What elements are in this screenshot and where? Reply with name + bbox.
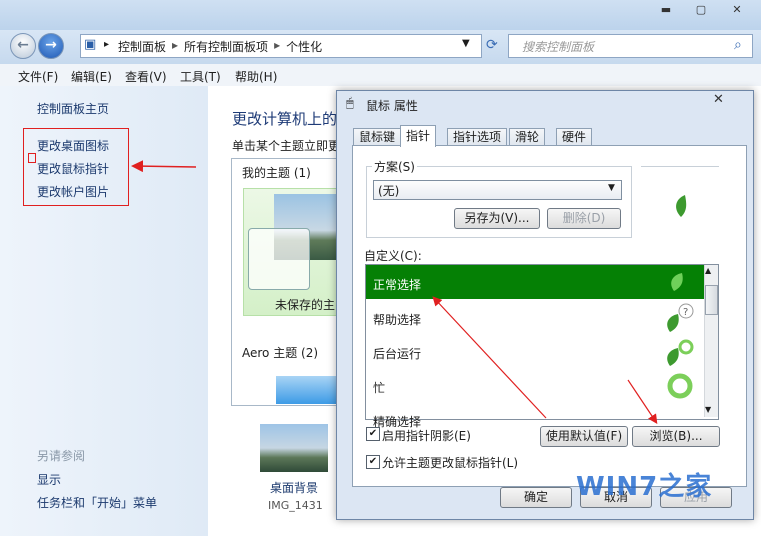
minimize-icon[interactable]: ▬ bbox=[655, 2, 677, 18]
search-placeholder: 搜索控制面板 bbox=[522, 40, 595, 54]
window-title-bar bbox=[0, 0, 761, 30]
arrow-left-icon: ← bbox=[17, 37, 29, 53]
back-button[interactable]: ← bbox=[10, 33, 36, 59]
scroll-down-icon[interactable]: ▼ bbox=[705, 405, 711, 414]
delete-button[interactable]: 删除(D) bbox=[547, 208, 621, 229]
breadcrumb-item[interactable]: 控制面板 bbox=[118, 38, 166, 55]
tab-hardware[interactable]: 硬件 bbox=[556, 128, 593, 146]
control-panel-home-link[interactable]: 控制面板主页 bbox=[37, 100, 109, 117]
chevron-down-icon[interactable]: ▼ bbox=[608, 183, 615, 193]
tab-pointers[interactable]: 指针 bbox=[400, 125, 437, 147]
my-themes-heading: 我的主题 (1) bbox=[242, 166, 311, 180]
save-as-button[interactable]: 另存为(V)... bbox=[454, 208, 540, 229]
menu-view[interactable]: 查看(V) bbox=[125, 68, 167, 85]
use-default-button[interactable]: 使用默认值(F) bbox=[540, 426, 628, 447]
close-icon[interactable]: ✕ bbox=[726, 2, 748, 18]
watermark-logo: WIN7之家 bbox=[576, 472, 713, 502]
cursor-name: 忙 bbox=[373, 381, 386, 395]
chevron-right-icon[interactable]: ▸ bbox=[274, 38, 280, 55]
tab-wheel[interactable]: 滑轮 bbox=[509, 128, 546, 146]
chevron-right-icon[interactable]: ▸ bbox=[104, 39, 109, 50]
cursor-preview bbox=[641, 166, 719, 243]
change-mouse-pointers-link[interactable]: 更改鼠标指针 bbox=[37, 160, 109, 177]
display-link[interactable]: 显示 bbox=[37, 471, 61, 488]
maximize-icon[interactable]: ▢ bbox=[690, 2, 712, 18]
scroll-up-icon[interactable]: ▲ bbox=[705, 266, 711, 275]
enable-shadow-checkbox[interactable]: ✔ bbox=[366, 427, 380, 441]
mouse-icon: 🖱 bbox=[346, 96, 354, 111]
unsaved-theme-label: 未保存的主 bbox=[275, 298, 336, 312]
cursor-name: 帮助选择 bbox=[373, 313, 422, 327]
leaf-cursor-icon bbox=[676, 195, 687, 217]
desktop-background-link[interactable]: 桌面背景 bbox=[270, 479, 318, 496]
desktop-background-thumbnail[interactable] bbox=[260, 424, 328, 472]
scheme-value: (无) bbox=[378, 184, 400, 198]
breadcrumb-item[interactable]: 个性化 bbox=[286, 38, 322, 55]
page-subtitle: 单击某个主题立即更 bbox=[232, 139, 341, 153]
see-also-heading: 另请参阅 bbox=[37, 449, 86, 463]
chevron-down-icon[interactable]: ▼ bbox=[462, 38, 470, 49]
scheme-label: 方案(S) bbox=[372, 158, 417, 175]
page-title: 更改计算机上的 bbox=[232, 110, 338, 128]
change-desktop-icons-link[interactable]: 更改桌面图标 bbox=[37, 137, 109, 154]
menu-tools[interactable]: 工具(T) bbox=[180, 68, 221, 85]
taskbar-start-menu-link[interactable]: 任务栏和「开始」菜单 bbox=[37, 494, 157, 511]
chevron-right-icon[interactable]: ▸ bbox=[172, 38, 178, 55]
desktop-background-name: IMG_1431 bbox=[268, 499, 323, 512]
tab-pointer-options[interactable]: 指针选项 bbox=[447, 128, 508, 146]
list-item[interactable]: 帮助选择 ? bbox=[366, 300, 704, 334]
refresh-icon[interactable]: ⟳ bbox=[486, 37, 498, 53]
scroll-thumb[interactable] bbox=[705, 285, 718, 315]
list-item[interactable]: 忙 bbox=[366, 368, 704, 402]
help-cursor-icon: ? bbox=[667, 303, 694, 332]
allow-themes-label: 允许主题更改鼠标指针(L) bbox=[382, 456, 519, 470]
change-account-picture-link[interactable]: 更改帐户图片 bbox=[37, 183, 109, 200]
forward-button[interactable]: → bbox=[38, 33, 64, 59]
list-item[interactable]: 后台运行 bbox=[366, 334, 704, 368]
scheme-select[interactable] bbox=[373, 180, 622, 200]
search-icon[interactable]: ⌕ bbox=[734, 37, 742, 53]
customize-label: 自定义(C): bbox=[364, 249, 422, 263]
breadcrumb-item[interactable]: 所有控制面板项 bbox=[184, 38, 268, 55]
arrow-right-icon: → bbox=[45, 37, 57, 53]
svg-text:?: ? bbox=[683, 307, 688, 318]
close-icon[interactable]: ✕ bbox=[713, 92, 724, 107]
breadcrumb: 控制面板 ▸ 所有控制面板项 ▸ 个性化 bbox=[118, 38, 322, 55]
allow-themes-checkbox[interactable]: ✔ bbox=[366, 455, 380, 469]
menu-bar bbox=[0, 64, 761, 87]
menu-edit[interactable]: 编辑(E) bbox=[71, 68, 112, 85]
leaf-cursor-icon bbox=[671, 273, 683, 291]
ok-button[interactable]: 确定 bbox=[500, 487, 572, 508]
tab-buttons[interactable]: 鼠标键 bbox=[353, 128, 402, 146]
menu-file[interactable]: 文件(F) bbox=[18, 68, 58, 85]
list-item[interactable]: 正常选择 bbox=[366, 265, 704, 299]
enable-shadow-label: 启用指针阴影(E) bbox=[382, 429, 471, 443]
annotation-marker bbox=[28, 153, 36, 163]
aero-themes-heading: Aero 主题 (2) bbox=[242, 346, 319, 360]
cursor-name: 正常选择 bbox=[373, 278, 422, 292]
control-panel-icon: ▣ bbox=[84, 37, 97, 52]
cursor-name: 后台运行 bbox=[373, 347, 422, 361]
menu-help[interactable]: 帮助(H) bbox=[235, 68, 277, 85]
theme-window-color bbox=[248, 228, 310, 290]
dialog-title: 鼠标 属性 bbox=[366, 99, 418, 113]
working-cursor-icon bbox=[667, 339, 694, 366]
busy-cursor-icon bbox=[667, 373, 693, 399]
browse-button[interactable]: 浏览(B)... bbox=[632, 426, 720, 447]
aero-theme-thumbnail[interactable] bbox=[276, 376, 340, 404]
